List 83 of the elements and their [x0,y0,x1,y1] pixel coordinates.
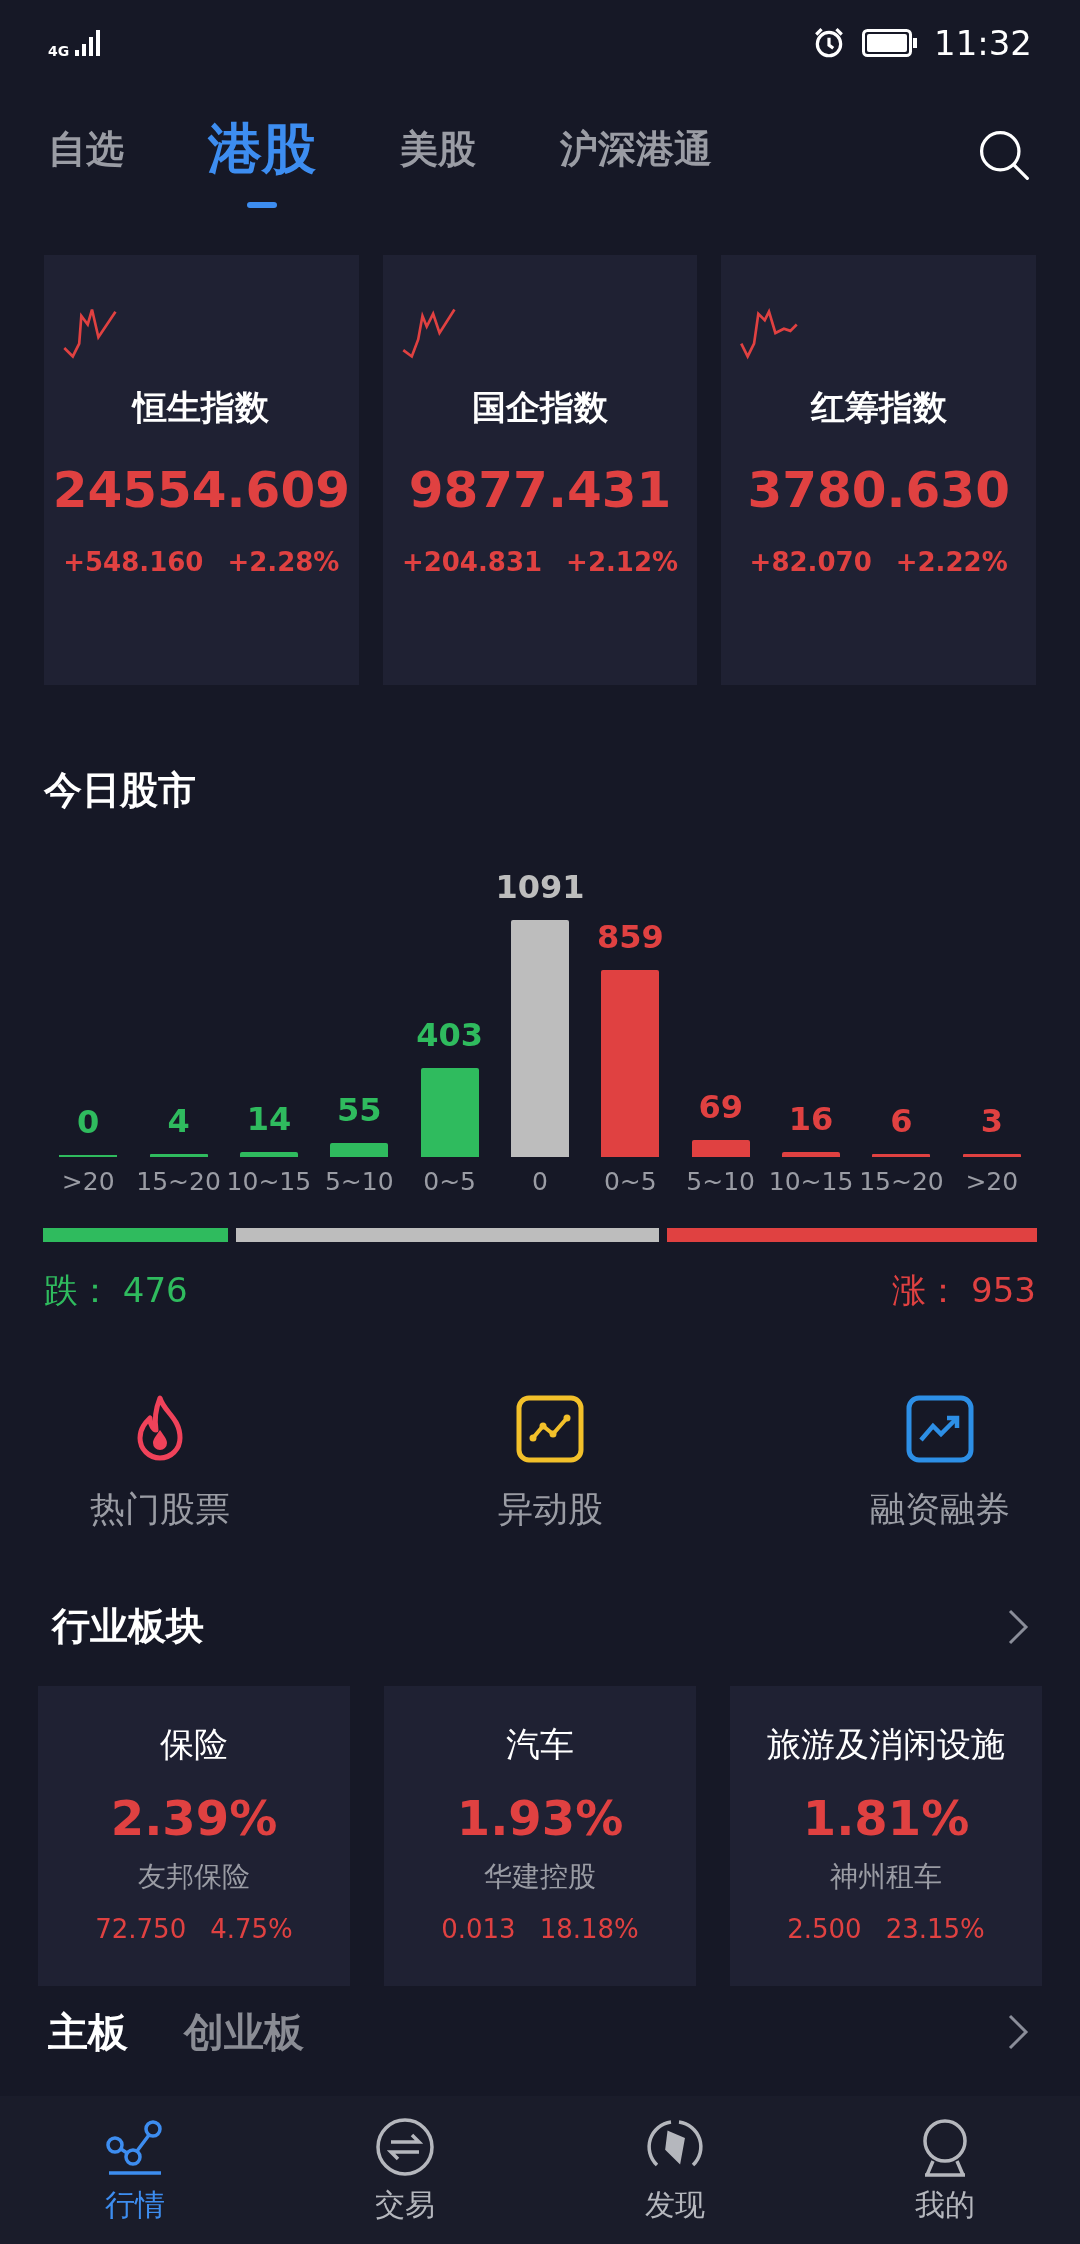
section-title: 行业板块 [52,1603,204,1650]
bar-label: 15~20 [859,1167,944,1196]
bar-label: 10~15 [768,1167,854,1196]
bar-value: 403 [416,1016,483,1055]
index-value: 24554.609 [52,461,350,519]
sector-card[interactable]: 汽车 1.93% 华建控股 0.013 18.18% [384,1686,696,1986]
stock-percent: 23.15% [885,1914,985,1944]
nav-tab[interactable]: 交易 [335,2114,475,2226]
bar-label: >20 [61,1167,115,1196]
stock-percent: 4.75% [210,1914,293,1944]
shortcut-button[interactable]: 融资融券 [870,1394,1010,1533]
sector-name: 保险 [160,1723,228,1766]
bar-value: 859 [596,918,664,956]
leading-stock: 友邦保险 [138,1859,250,1895]
index-card[interactable]: 恒生指数 24554.609 +548.160 +2.28% [44,255,359,685]
bar-value: 4 [167,1102,190,1141]
index-card[interactable]: 国企指数 9877.431 +204.831 +2.12% [382,255,698,685]
market-tab[interactable]: 美股 [400,113,476,197]
sector-name: 旅游及消闲设施 [767,1723,1005,1766]
stock-price: 0.013 [441,1914,516,1944]
sector-percent: 2.39% [110,1790,278,1846]
index-value: 3780.630 [747,461,1010,519]
bar [691,1140,750,1155]
bar-value: 0 [77,1103,100,1141]
bar-value: 3 [980,1102,1003,1141]
bar-value: 55 [337,1091,382,1130]
bar-label: 0 [532,1167,548,1196]
market-tab[interactable]: 自选 [48,113,124,197]
bar [782,1151,841,1155]
sector-percent: 1.81% [802,1790,970,1846]
board-tab[interactable]: 创业板 [184,2008,304,2056]
bar-label: 5~10 [686,1167,756,1196]
index-percent: +2.28% [227,547,340,577]
shortcut-button[interactable]: 热门股票 [90,1394,230,1533]
board-tab[interactable]: 主板 [48,2008,128,2056]
clock-time: 11:32 [934,22,1032,63]
index-percent: +2.22% [895,547,1008,577]
section-title: 今日股市 [44,767,197,814]
leading-stock: 神州租车 [830,1859,942,1895]
sector-card[interactable]: 旅游及消闲设施 1.81% 神州租车 2.500 23.15% [730,1686,1042,1986]
alarm-icon [812,25,846,60]
bar-value: 14 [246,1100,292,1138]
bar-label: 10~15 [226,1167,312,1196]
index-name: 国企指数 [472,386,608,429]
down-count: 跌： 476 [44,1269,188,1312]
bar-label: 0~5 [423,1167,476,1196]
index-change: +204.831 [401,547,543,577]
index-change: +82.070 [749,547,872,577]
index-percent: +2.12% [566,547,679,577]
sector-card[interactable]: 保险 2.39% 友邦保险 72.750 4.75% [38,1686,350,1986]
leading-stock: 华建控股 [484,1859,596,1895]
bar-value: 6 [890,1101,913,1140]
bar-value: 16 [788,1099,834,1138]
index-name: 红筹指数 [810,386,947,429]
bar [239,1152,298,1155]
network-label: 4G [48,43,70,58]
sector-name: 汽车 [506,1723,574,1766]
bar-value: 69 [698,1088,743,1127]
index-name: 恒生指数 [133,386,270,429]
nav-tab[interactable]: 我的 [875,2114,1015,2226]
index-change: +548.160 [63,547,204,577]
line-chart-icon [515,1394,585,1464]
nav-tab[interactable]: 行情 [65,2114,205,2226]
battery-icon [862,28,918,57]
bar-label: 5~10 [324,1167,394,1196]
stock-price: 72.750 [95,1914,187,1944]
market-tab[interactable]: 沪深港通 [560,113,712,197]
bar [330,1143,389,1155]
bar-label: >20 [965,1167,1019,1196]
bar-label: 15~20 [136,1167,221,1196]
bar-label: 0~5 [603,1167,657,1196]
bar-value: 1091 [495,868,585,906]
index-value: 9877.431 [408,461,672,519]
trend-up-icon [905,1394,975,1464]
up-count: 涨： 953 [892,1269,1036,1312]
market-tab[interactable]: 港股 [208,102,316,208]
chevron-right-icon[interactable] [1006,2012,1030,2052]
stock-price: 2.500 [787,1914,862,1944]
sector-percent: 1.93% [456,1790,624,1846]
nav-tab[interactable]: 发现 [605,2114,745,2226]
shortcut-button[interactable]: 异动股 [497,1394,603,1533]
stock-percent: 18.18% [539,1914,639,1944]
index-card[interactable]: 红筹指数 3780.630 +82.070 +2.22% [721,255,1036,685]
